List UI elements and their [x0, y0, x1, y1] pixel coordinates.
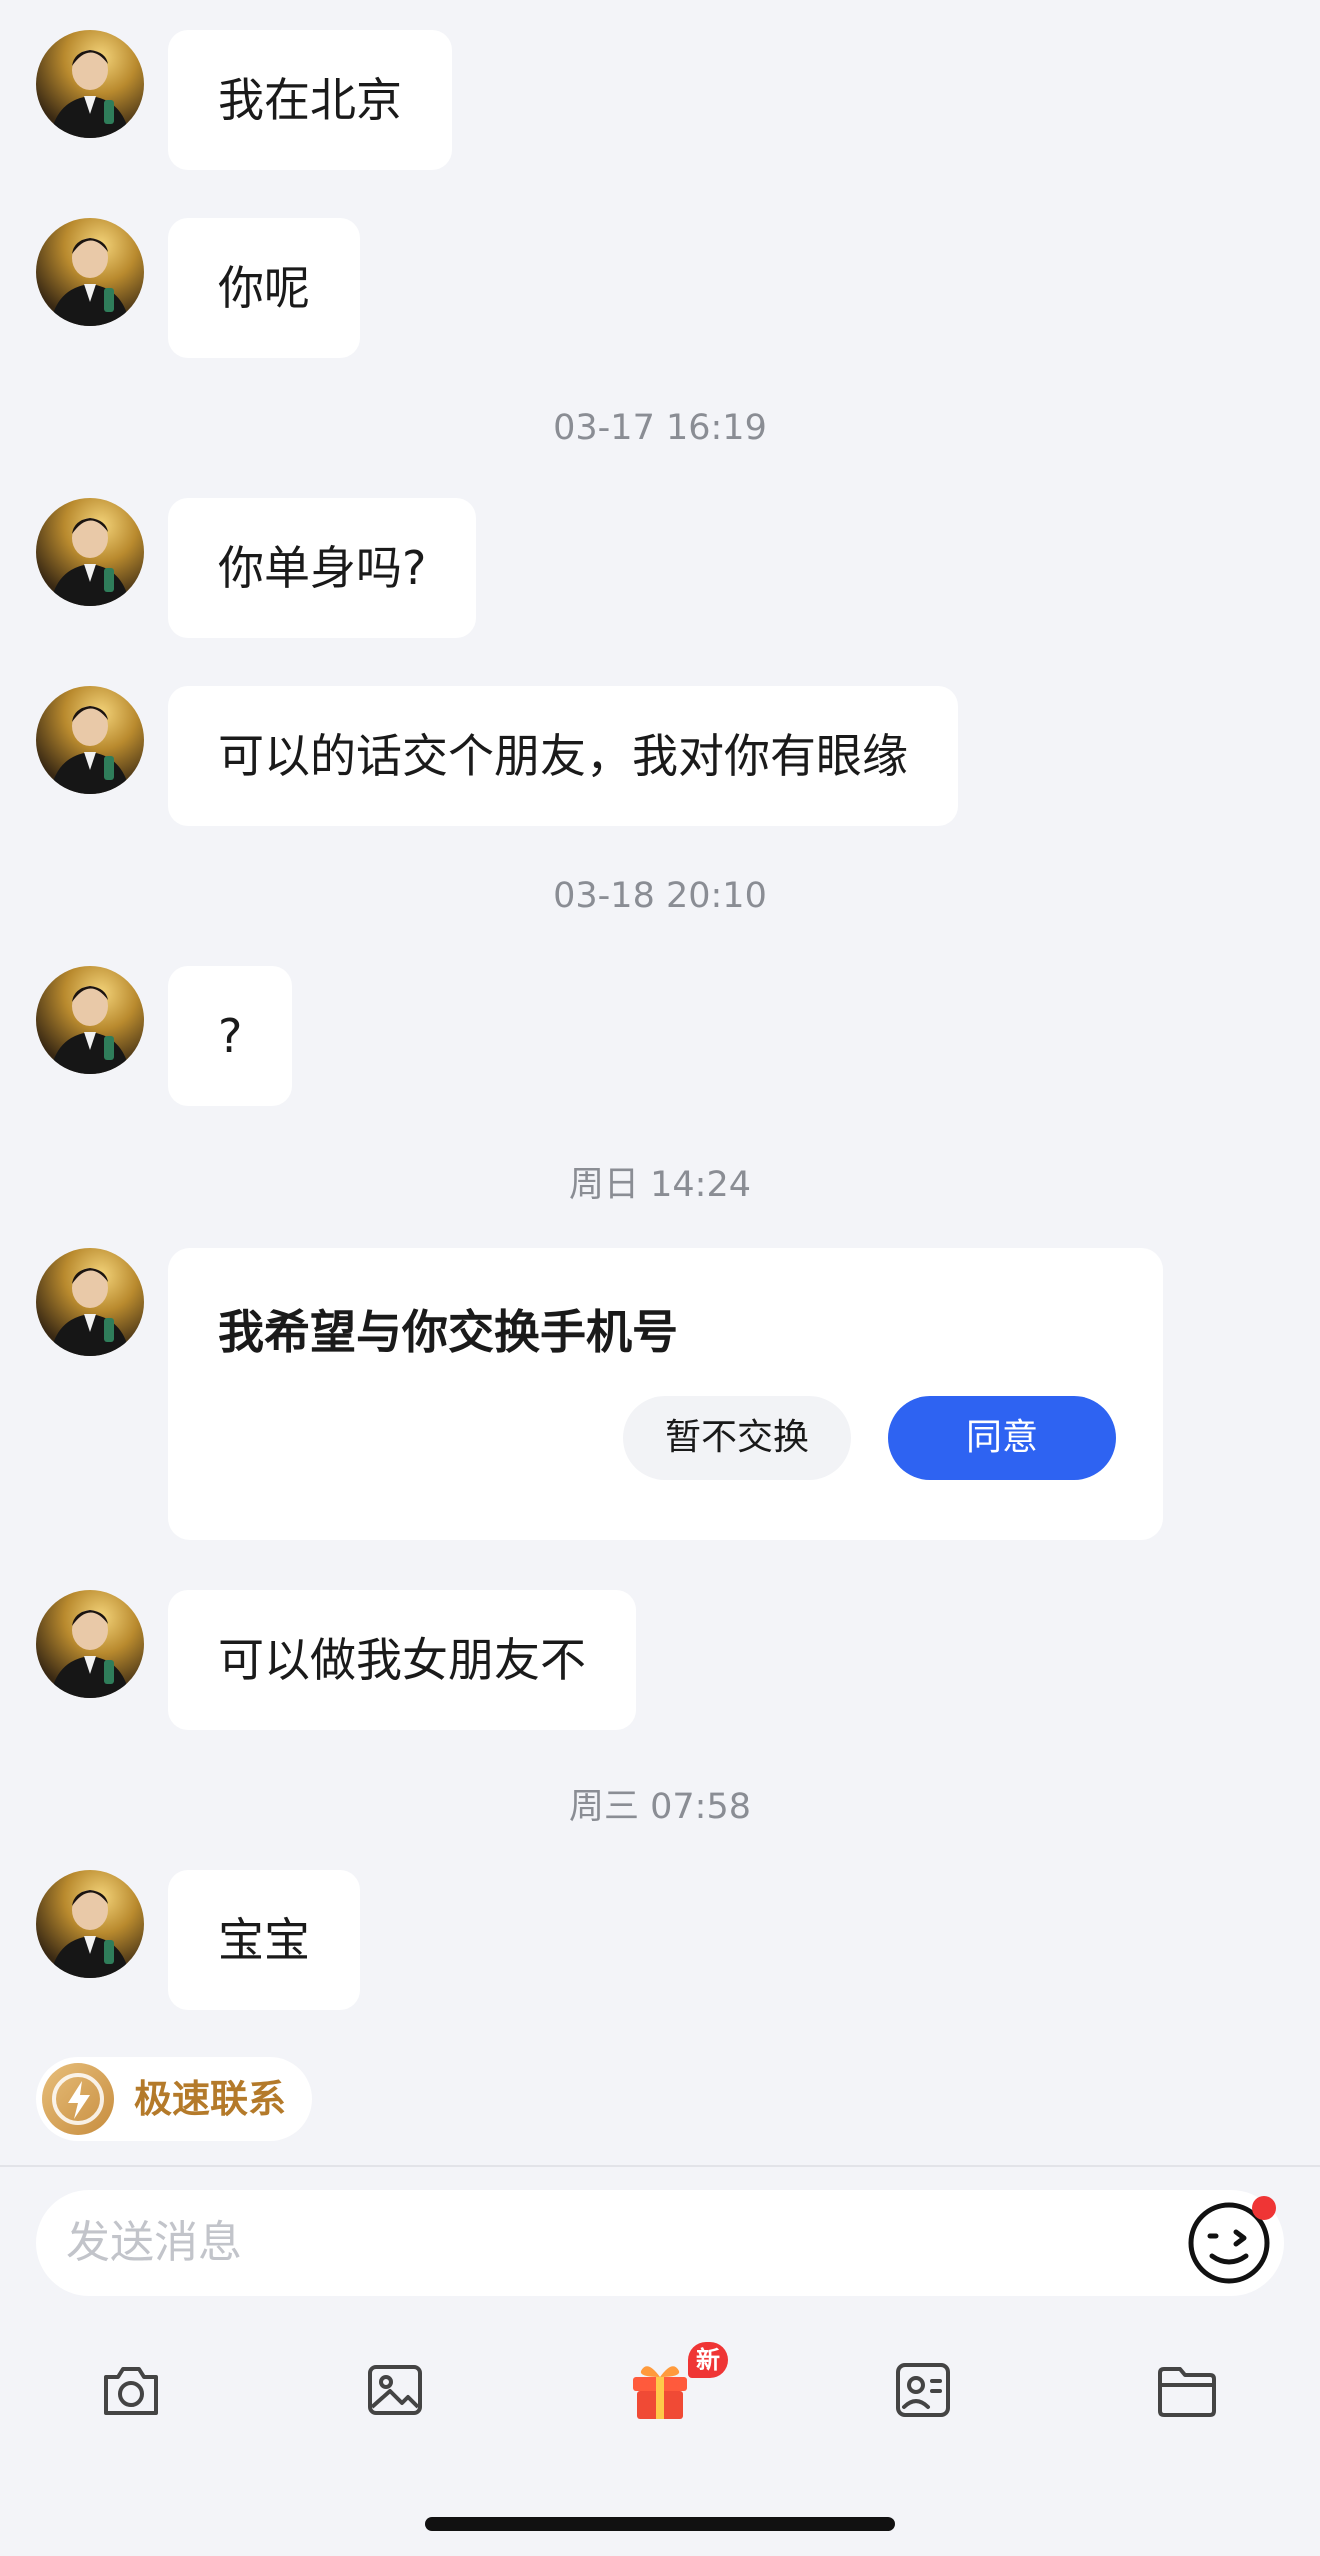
gift-icon[interactable] [625, 2355, 695, 2425]
camera-icon[interactable] [96, 2355, 166, 2425]
quick-contact-button[interactable]: 极速联系 [36, 2057, 312, 2141]
timestamp: 周三 07:58 [569, 1787, 751, 1827]
bottom-toolbar [0, 2340, 1320, 2440]
exchange-request-text: 我希望与你交换手机号 [218, 1305, 678, 1359]
timestamp: 周日 14:24 [569, 1165, 751, 1205]
timestamp: 03-18 20:10 [553, 876, 767, 916]
divider [0, 2165, 1320, 2167]
avatar[interactable] [36, 966, 144, 1074]
avatar[interactable] [36, 1590, 144, 1698]
avatar[interactable] [36, 1248, 144, 1356]
quick-contact-label: 极速联系 [134, 2077, 287, 2121]
avatar[interactable] [36, 686, 144, 794]
message-input[interactable]: 发送消息 [36, 2190, 1284, 2296]
message-bubble[interactable]: ? [168, 966, 293, 1106]
phone-exchange-card: 我希望与你交换手机号 暂不交换 同意 [168, 1248, 1163, 1540]
agree-exchange-button[interactable]: 同意 [888, 1396, 1116, 1480]
message-bubble[interactable]: 可以做我女朋友不 [168, 1590, 636, 1730]
avatar[interactable] [36, 30, 144, 138]
new-badge: 新 [688, 2342, 728, 2378]
decline-exchange-button[interactable]: 暂不交换 [623, 1396, 851, 1480]
message-bubble[interactable]: 宝宝 [168, 1870, 360, 2010]
message-input-placeholder: 发送消息 [66, 2217, 242, 2268]
message-bubble[interactable]: 可以的话交个朋友，我对你有眼缘 [168, 686, 958, 826]
lightning-icon [42, 2063, 114, 2135]
home-indicator [425, 2517, 895, 2531]
chat-area[interactable]: 我在北京 你呢 03-17 16:19 你单身吗? 可以的话交个朋友，我对你有眼… [0, 0, 1320, 2165]
image-icon[interactable] [360, 2355, 430, 2425]
message-bubble[interactable]: 我在北京 [168, 30, 452, 170]
timestamp: 03-17 16:19 [553, 408, 767, 448]
message-bubble[interactable]: 你呢 [168, 218, 360, 358]
notification-dot [1252, 2196, 1276, 2220]
avatar[interactable] [36, 498, 144, 606]
message-bubble[interactable]: 你单身吗? [168, 498, 477, 638]
contact-card-icon[interactable] [888, 2355, 958, 2425]
folder-icon[interactable] [1152, 2355, 1222, 2425]
avatar[interactable] [36, 1870, 144, 1978]
avatar[interactable] [36, 218, 144, 326]
